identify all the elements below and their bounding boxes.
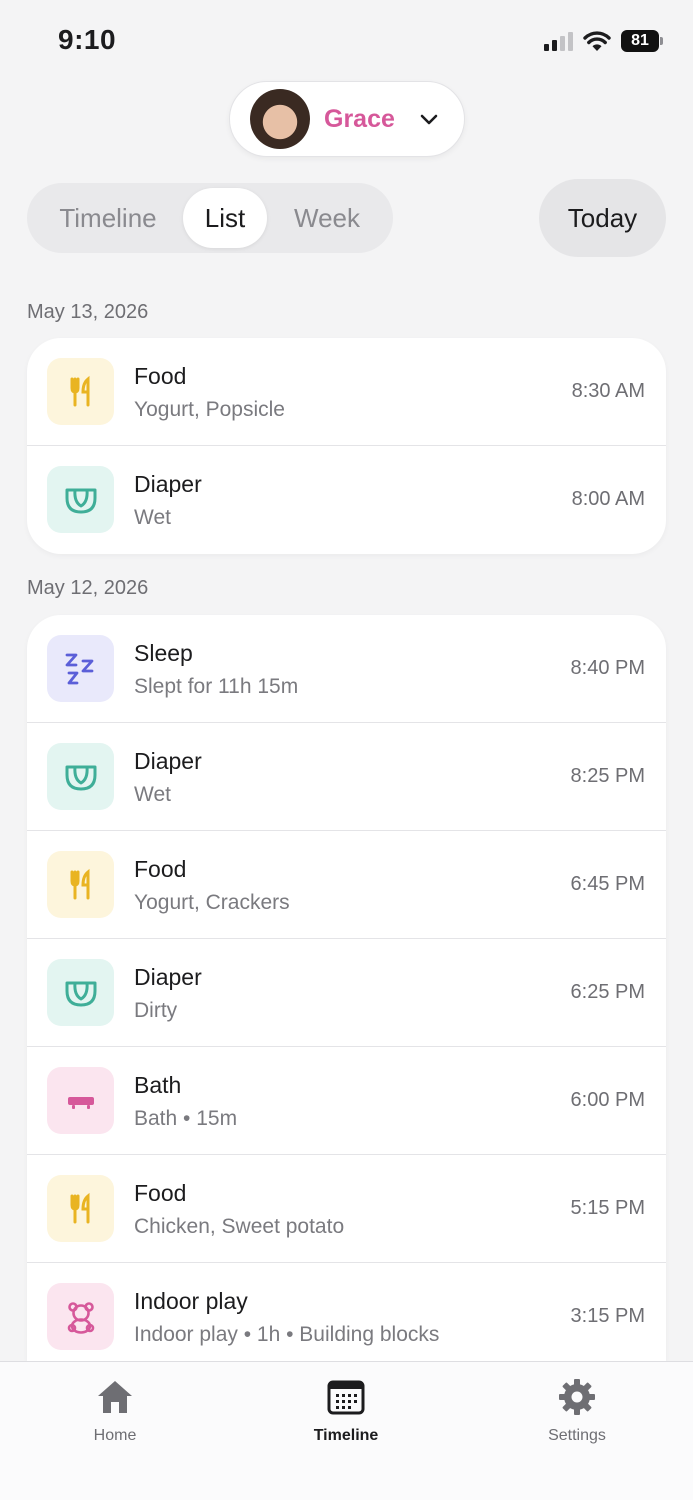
entries-card: Food Yogurt, Popsicle 8:30 AM Diaper Wet… bbox=[27, 338, 666, 554]
tab-home[interactable]: Home bbox=[55, 1376, 175, 1445]
home-icon bbox=[94, 1376, 136, 1418]
calendar-icon bbox=[325, 1376, 367, 1418]
entry-detail: Dirty bbox=[134, 999, 178, 1022]
entry-detail: Yogurt, Crackers bbox=[134, 891, 290, 914]
tab-home-label: Home bbox=[93, 1427, 137, 1444]
teddy-bear-icon bbox=[47, 1283, 114, 1350]
tab-timeline-view[interactable]: Timeline bbox=[33, 188, 183, 248]
entry-detail: Yogurt, Popsicle bbox=[134, 398, 285, 421]
tab-timeline[interactable]: Timeline bbox=[286, 1376, 406, 1445]
status-bar: 9:10 81 bbox=[0, 0, 693, 80]
entry-time: 5:15 PM bbox=[570, 1197, 645, 1219]
entry-time: 3:15 PM bbox=[570, 1305, 645, 1327]
entry-title: Indoor play bbox=[134, 1288, 248, 1314]
entry-detail: Wet bbox=[134, 783, 171, 806]
entry-time: 6:45 PM bbox=[570, 873, 645, 895]
entry-detail: Bath • 15m bbox=[134, 1107, 238, 1130]
entry-time: 8:40 PM bbox=[570, 657, 645, 679]
gear-icon bbox=[556, 1376, 598, 1418]
list-item[interactable]: Indoor play Indoor play • 1h • Building … bbox=[27, 1263, 666, 1361]
bottom-tab-bar: Home Timeline Settings bbox=[0, 1361, 693, 1500]
entry-time: 8:30 AM bbox=[571, 380, 645, 402]
entry-title: Food bbox=[134, 856, 187, 882]
list-item[interactable]: Diaper Dirty 6:25 PM bbox=[27, 939, 666, 1047]
fork-knife-icon bbox=[47, 358, 114, 425]
entry-title: Bath bbox=[134, 1072, 182, 1098]
list-item[interactable]: Diaper Wet 8:25 PM bbox=[27, 723, 666, 831]
tab-week-view[interactable]: Week bbox=[267, 188, 387, 248]
child-avatar bbox=[250, 89, 310, 149]
status-icons: 81 bbox=[544, 30, 663, 52]
entry-detail: Indoor play • 1h • Building blocks bbox=[134, 1323, 440, 1346]
view-segmented-control: Timeline List Week bbox=[27, 183, 393, 253]
list-item[interactable]: Bath Bath • 15m 6:00 PM bbox=[27, 1047, 666, 1155]
tab-settings-label: Settings bbox=[548, 1427, 606, 1444]
entry-title: Diaper bbox=[134, 964, 202, 990]
list-item[interactable]: Food Chicken, Sweet potato 5:15 PM bbox=[27, 1155, 666, 1263]
fork-knife-icon bbox=[47, 1175, 114, 1242]
entry-title: Food bbox=[134, 363, 187, 389]
battery-icon: 81 bbox=[621, 30, 663, 52]
battery-level: 81 bbox=[621, 30, 659, 52]
cellular-signal-icon bbox=[544, 31, 573, 51]
zzz-icon bbox=[47, 635, 114, 702]
child-name: Grace bbox=[324, 104, 395, 133]
diaper-icon bbox=[47, 466, 114, 533]
entry-title: Diaper bbox=[134, 748, 202, 774]
status-time: 9:10 bbox=[58, 24, 117, 55]
tab-settings[interactable]: Settings bbox=[517, 1376, 637, 1445]
date-header: May 13, 2026 bbox=[27, 301, 149, 323]
entry-time: 6:00 PM bbox=[570, 1089, 645, 1111]
entry-detail: Chicken, Sweet potato bbox=[134, 1215, 345, 1238]
chevron-down-icon bbox=[420, 114, 438, 125]
child-selector[interactable]: Grace bbox=[229, 81, 465, 157]
diaper-icon bbox=[47, 743, 114, 810]
today-button[interactable]: Today bbox=[539, 179, 666, 257]
tab-timeline-label: Timeline bbox=[313, 1427, 379, 1444]
entries-card: Sleep Slept for 11h 15m 8:40 PM Diaper W… bbox=[27, 615, 666, 1361]
entry-time: 6:25 PM bbox=[570, 981, 645, 1003]
entry-time: 8:00 AM bbox=[571, 488, 645, 510]
entry-title: Sleep bbox=[134, 640, 193, 666]
wifi-icon bbox=[583, 31, 611, 51]
entry-time: 8:25 PM bbox=[570, 765, 645, 787]
fork-knife-icon bbox=[47, 851, 114, 918]
list-item[interactable]: Sleep Slept for 11h 15m 8:40 PM bbox=[27, 615, 666, 723]
entry-detail: Wet bbox=[134, 506, 171, 529]
bathtub-icon bbox=[47, 1067, 114, 1134]
list-item[interactable]: Food Yogurt, Popsicle 8:30 AM bbox=[27, 338, 666, 446]
entry-title: Diaper bbox=[134, 471, 202, 497]
tab-list-view[interactable]: List bbox=[183, 188, 267, 248]
list-item[interactable]: Food Yogurt, Crackers 6:45 PM bbox=[27, 831, 666, 939]
date-header: May 12, 2026 bbox=[27, 577, 149, 599]
entry-detail: Slept for 11h 15m bbox=[134, 675, 299, 698]
diaper-icon bbox=[47, 959, 114, 1026]
list-item[interactable]: Diaper Wet 8:00 AM bbox=[27, 446, 666, 554]
entry-title: Food bbox=[134, 1180, 187, 1206]
